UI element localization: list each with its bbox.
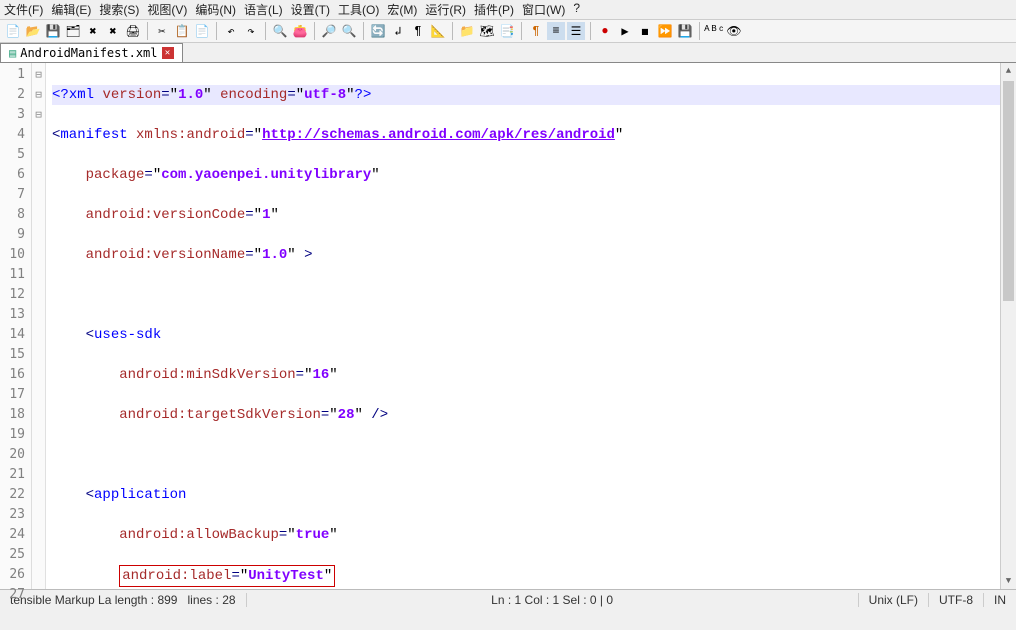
line-gutter: 1234567891011121314151617181920212223242…: [0, 63, 32, 589]
open-file-icon[interactable]: 📂: [24, 22, 42, 40]
highlighted-line: android:label="UnityTest": [119, 565, 335, 587]
find-icon[interactable]: 🔍: [271, 22, 289, 40]
status-bar: tensible Markup La length : 899 lines : …: [0, 589, 1016, 609]
menu-view[interactable]: 视图(V): [147, 1, 187, 18]
print-icon[interactable]: 🖨: [124, 22, 142, 40]
menu-search[interactable]: 搜索(S): [99, 1, 139, 18]
menu-encoding[interactable]: 编码(N): [195, 1, 236, 18]
sync-icon[interactable]: 🔄: [369, 22, 387, 40]
eye-icon[interactable]: 👁: [725, 22, 743, 40]
menu-run[interactable]: 运行(R): [425, 1, 466, 18]
separator: [265, 22, 266, 40]
undo-icon[interactable]: ↶: [222, 22, 240, 40]
menu-help[interactable]: ?: [573, 1, 580, 18]
copy-icon[interactable]: 📋: [173, 22, 191, 40]
scroll-thumb[interactable]: [1003, 81, 1014, 301]
macro-save-icon[interactable]: 💾: [676, 22, 694, 40]
menu-macro[interactable]: 宏(M): [387, 1, 417, 18]
menu-window[interactable]: 窗口(W): [522, 1, 565, 18]
close-icon[interactable]: ✖: [84, 22, 102, 40]
highlight-icon[interactable]: ☰: [567, 22, 585, 40]
pilcrow-icon[interactable]: ¶: [527, 22, 545, 40]
save-all-icon[interactable]: 🗂: [64, 22, 82, 40]
cut-icon[interactable]: ✂: [153, 22, 171, 40]
editor[interactable]: 1234567891011121314151617181920212223242…: [0, 63, 1016, 589]
macro-play-icon[interactable]: ▶: [616, 22, 634, 40]
status-position: Ln : 1 Col : 1 Sel : 0 | 0: [247, 593, 859, 607]
tab-androidmanifest[interactable]: ▤ AndroidManifest.xml ✕: [0, 43, 183, 62]
separator: [363, 22, 364, 40]
close-all-icon[interactable]: ✖: [104, 22, 122, 40]
replace-icon[interactable]: 👛: [291, 22, 309, 40]
macro-fast-icon[interactable]: ⏩: [656, 22, 674, 40]
hidden-chars-icon[interactable]: ¶: [409, 22, 427, 40]
vertical-scrollbar[interactable]: ▲ ▼: [1000, 63, 1016, 589]
menu-edit[interactable]: 编辑(E): [51, 1, 91, 18]
menu-plugins[interactable]: 插件(P): [474, 1, 514, 18]
tab-bar: ▤ AndroidManifest.xml ✕: [0, 43, 1016, 63]
menu-bar: 文件(F) 编辑(E) 搜索(S) 视图(V) 编码(N) 语言(L) 设置(T…: [0, 0, 1016, 20]
macro-rec-icon[interactable]: ●: [596, 22, 614, 40]
separator: [216, 22, 217, 40]
fold-gutter[interactable]: ⊟⊟⊟: [32, 63, 46, 589]
tab-close-icon[interactable]: ✕: [162, 47, 174, 59]
menu-lang[interactable]: 语言(L): [244, 1, 283, 18]
spell-icon[interactable]: ᴬᴮᶜ: [705, 22, 723, 40]
toolbar: 📄 📂 💾 🗂 ✖ ✖ 🖨 ✂ 📋 📄 ↶ ↷ 🔍 👛 🔎 🔍 🔄 ↲ ¶ 📐 …: [0, 20, 1016, 43]
separator: [699, 22, 700, 40]
status-eol: Unix (LF): [859, 593, 929, 607]
paste-icon[interactable]: 📄: [193, 22, 211, 40]
func-list-icon[interactable]: 📑: [498, 22, 516, 40]
separator: [452, 22, 453, 40]
menu-settings[interactable]: 设置(T): [291, 1, 330, 18]
menu-file[interactable]: 文件(F): [4, 1, 43, 18]
wrap-icon[interactable]: ↲: [389, 22, 407, 40]
status-lang: tensible Markup La length : 899 lines : …: [0, 593, 247, 607]
separator: [314, 22, 315, 40]
menu-tools[interactable]: 工具(O): [338, 1, 379, 18]
macro-stop-icon[interactable]: ◼: [636, 22, 654, 40]
indent-icon[interactable]: ≡: [547, 22, 565, 40]
status-mode: IN: [984, 593, 1016, 607]
code-area[interactable]: <?xml version="1.0" encoding="utf-8"?> <…: [46, 63, 1016, 589]
status-encoding: UTF-8: [929, 593, 984, 607]
zoom-out-icon[interactable]: 🔍: [340, 22, 358, 40]
scroll-down-icon[interactable]: ▼: [1001, 573, 1016, 589]
folder-icon[interactable]: 📁: [458, 22, 476, 40]
zoom-in-icon[interactable]: 🔎: [320, 22, 338, 40]
tab-label: AndroidManifest.xml: [20, 46, 157, 60]
separator: [521, 22, 522, 40]
doc-map-icon[interactable]: 🗺: [478, 22, 496, 40]
scroll-up-icon[interactable]: ▲: [1001, 63, 1016, 79]
separator: [147, 22, 148, 40]
save-icon[interactable]: 💾: [44, 22, 62, 40]
new-file-icon[interactable]: 📄: [4, 22, 22, 40]
separator: [590, 22, 591, 40]
redo-icon[interactable]: ↷: [242, 22, 260, 40]
tab-file-icon: ▤: [9, 46, 16, 60]
guide-icon[interactable]: 📐: [429, 22, 447, 40]
